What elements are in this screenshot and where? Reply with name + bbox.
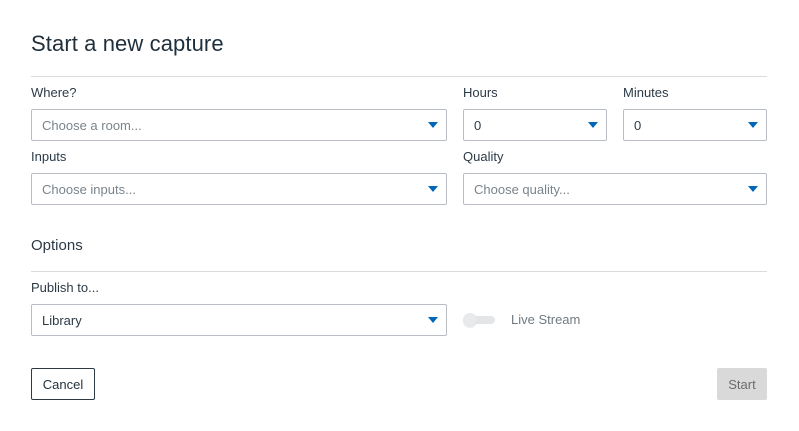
- minutes-select[interactable]: 0: [623, 109, 767, 141]
- room-select-value: Choose a room...: [42, 118, 142, 133]
- cancel-button[interactable]: Cancel: [31, 368, 95, 400]
- title-divider: [31, 76, 767, 77]
- quality-select[interactable]: Choose quality...: [463, 173, 767, 205]
- chevron-down-icon: [428, 122, 438, 128]
- inputs-select-value: Choose inputs...: [42, 182, 136, 197]
- inputs-label: Inputs: [31, 149, 67, 164]
- options-heading: Options: [31, 237, 83, 254]
- minutes-select-value: 0: [634, 118, 642, 133]
- toggle-knob: [463, 313, 477, 327]
- inputs-select[interactable]: Choose inputs...: [31, 173, 447, 205]
- dialog-title: Start a new capture: [31, 31, 224, 56]
- options-divider: [31, 271, 767, 272]
- start-button[interactable]: Start: [717, 368, 767, 400]
- hours-select-value: 0: [474, 118, 482, 133]
- hours-select[interactable]: 0: [463, 109, 607, 141]
- where-label: Where?: [31, 85, 77, 100]
- hours-label: Hours: [463, 85, 498, 100]
- chevron-down-icon: [428, 186, 438, 192]
- room-select[interactable]: Choose a room...: [31, 109, 447, 141]
- chevron-down-icon: [428, 317, 438, 323]
- chevron-down-icon: [748, 186, 758, 192]
- minutes-label: Minutes: [623, 85, 669, 100]
- publish-to-select-value: Library: [42, 313, 82, 328]
- quality-select-value: Choose quality...: [474, 182, 570, 197]
- quality-label: Quality: [463, 149, 504, 164]
- chevron-down-icon: [588, 122, 598, 128]
- publish-to-label: Publish to...: [31, 280, 99, 295]
- publish-to-select[interactable]: Library: [31, 304, 447, 336]
- new-capture-dialog: Start a new capture Where? Choose a room…: [0, 0, 799, 431]
- chevron-down-icon: [748, 122, 758, 128]
- live-stream-toggle[interactable]: [463, 313, 495, 327]
- live-stream-label: Live Stream: [511, 312, 581, 327]
